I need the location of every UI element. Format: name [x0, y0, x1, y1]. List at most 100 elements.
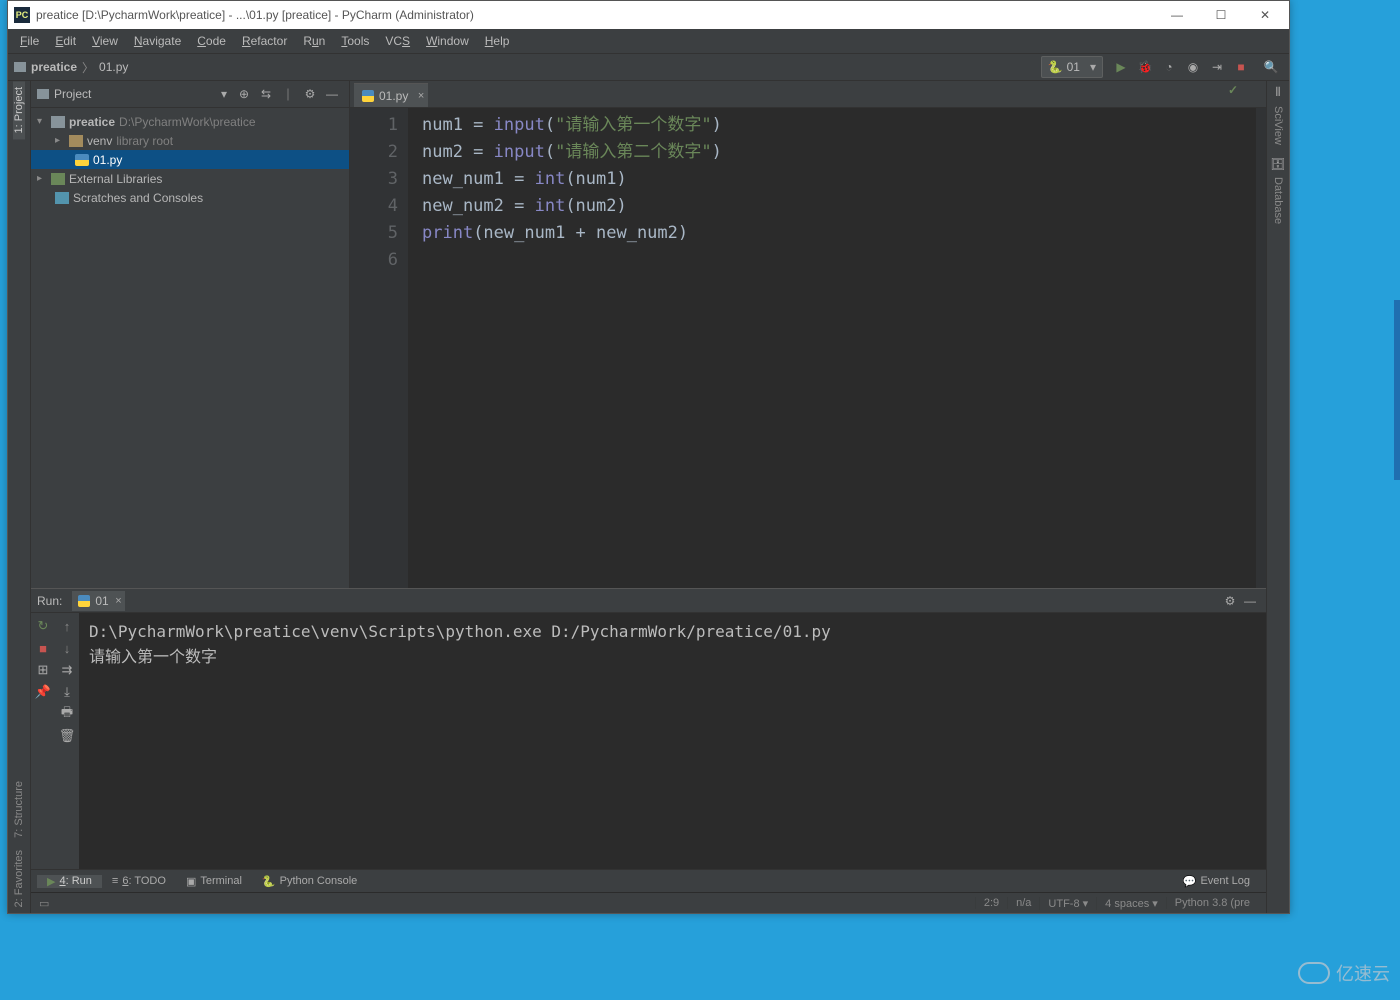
line-number: 1: [350, 112, 398, 139]
chevron-down-icon[interactable]: ▾: [37, 116, 47, 127]
breadcrumb-separator-icon: 〉: [82, 59, 94, 76]
chevron-down-icon[interactable]: ▾: [221, 87, 227, 101]
soft-wrap-button[interactable]: ⇉: [58, 661, 76, 679]
python-icon: 🐍: [262, 875, 276, 888]
stop-run-button[interactable]: ■: [34, 639, 52, 657]
bottom-tab-todo[interactable]: ≡6: TODO: [102, 875, 176, 887]
tree-node-scratches[interactable]: Scratches and Consoles: [31, 188, 349, 207]
breadcrumb[interactable]: preatice 〉 01.py: [14, 59, 128, 76]
project-tree[interactable]: ▾ preatice D:\PycharmWork\preatice ▸ ven…: [31, 108, 349, 211]
editor-tab-active[interactable]: 01.py ×: [354, 83, 428, 107]
status-encoding[interactable]: UTF-8 ▾: [1039, 897, 1096, 910]
stop-button[interactable]: ■: [1231, 57, 1251, 77]
menu-tools[interactable]: Tools: [333, 34, 377, 48]
close-tab-icon[interactable]: ×: [115, 595, 121, 607]
bottom-tab-python-console[interactable]: 🐍Python Console: [252, 875, 367, 888]
line-number: 4: [350, 193, 398, 220]
menu-edit[interactable]: Edit: [47, 34, 84, 48]
toolwindow-tab-favorites[interactable]: 2: Favorites: [13, 844, 25, 913]
coverage-button[interactable]: ◔: [1159, 57, 1179, 77]
editor: 01.py × ✓ 1 2 3 4 5 6: [350, 81, 1266, 588]
minimize-button[interactable]: —: [1155, 1, 1199, 29]
run-tab-active[interactable]: 01 ×: [72, 591, 124, 611]
debug-button[interactable]: 🐞: [1135, 57, 1155, 77]
titlebar[interactable]: PC preatice [D:\PycharmWork\preatice] - …: [8, 1, 1289, 29]
tree-node-file-selected[interactable]: 01.py: [31, 150, 349, 169]
editor-error-stripe[interactable]: [1256, 108, 1266, 588]
attach-button[interactable]: ⇥: [1207, 57, 1227, 77]
menu-view[interactable]: View: [84, 34, 126, 48]
statusbar-icon[interactable]: ▭: [39, 897, 49, 910]
toolwindow-tab-database[interactable]: Database: [1272, 171, 1284, 230]
navigation-bar: preatice 〉 01.py 🐍 01 ▾ ▶ 🐞 ◔ ◉ ⇥ ■ 🔍: [8, 54, 1289, 81]
desktop-side-strip: [1394, 300, 1400, 480]
profile-button[interactable]: ◉: [1183, 57, 1203, 77]
status-indent[interactable]: 4 spaces ▾: [1096, 897, 1166, 910]
tree-root-label: preatice: [69, 115, 115, 129]
menu-window[interactable]: Window: [418, 34, 477, 48]
right-toolwindow-bar: ⦀ SciView 🗄 Database: [1266, 81, 1289, 913]
collapse-all-button[interactable]: ｜: [277, 86, 299, 103]
line-number: 6: [350, 247, 398, 274]
tree-ext-label: External Libraries: [69, 172, 162, 186]
status-caret-pos[interactable]: 2:9: [975, 897, 1007, 909]
run-console[interactable]: D:\PycharmWork\preatice\venv\Scripts\pyt…: [79, 613, 1266, 869]
tree-node-venv[interactable]: ▸ venv library root: [31, 131, 349, 150]
maximize-button[interactable]: ☐: [1199, 1, 1243, 29]
tree-venv-hint: library root: [116, 134, 173, 148]
toolwindow-tab-sciview[interactable]: SciView: [1272, 100, 1284, 151]
rerun-button[interactable]: ↻: [34, 617, 52, 635]
status-interpreter[interactable]: Python 3.8 (pre: [1166, 897, 1258, 909]
chevron-right-icon[interactable]: ▸: [37, 173, 47, 184]
folder-icon: [37, 89, 49, 99]
database-icon[interactable]: 🗄: [1270, 157, 1285, 171]
menu-vcs[interactable]: VCS: [377, 34, 418, 48]
hide-toolwindow-button[interactable]: —: [1240, 594, 1260, 608]
menu-file[interactable]: File: [12, 34, 47, 48]
python-icon: 🐍: [1048, 60, 1063, 74]
print-button[interactable]: 🖶: [58, 705, 76, 723]
clear-button[interactable]: 🗑: [58, 727, 76, 745]
tree-node-external-libraries[interactable]: ▸ External Libraries: [31, 169, 349, 188]
up-stack-button[interactable]: ↑: [58, 617, 76, 635]
menu-code[interactable]: Code: [189, 34, 234, 48]
menu-refactor[interactable]: Refactor: [234, 34, 295, 48]
bottom-tab-terminal[interactable]: ▣Terminal: [176, 875, 252, 888]
desktop-background: [1290, 0, 1400, 1000]
code-area[interactable]: 1 2 3 4 5 6 num1 = input("请输入第一个数字")num2…: [350, 108, 1266, 588]
down-stack-button[interactable]: ↓: [58, 639, 76, 657]
bottom-toolwindow-bar: ▶4: Run ≡6: TODO ▣Terminal 🐍Python Conso…: [31, 869, 1266, 892]
scroll-to-end-button[interactable]: ⤓: [58, 683, 76, 701]
window-title: preatice [D:\PycharmWork\preatice] - ...…: [36, 8, 1155, 22]
editor-gutter[interactable]: 1 2 3 4 5 6: [350, 108, 408, 588]
chevron-right-icon[interactable]: ▸: [55, 135, 65, 146]
status-git[interactable]: n/a: [1007, 897, 1039, 909]
toolwindow-tab-project[interactable]: 1: Project: [13, 81, 25, 139]
bottom-tab-run[interactable]: ▶4: Run: [37, 875, 102, 888]
project-toolwindow-title[interactable]: Project: [54, 87, 221, 101]
expand-all-button[interactable]: ⇆: [255, 87, 277, 101]
run-settings-gear-icon[interactable]: ⚙: [1220, 594, 1240, 608]
bottom-tab-event-log[interactable]: 💬Event Log: [1173, 875, 1260, 888]
run-button[interactable]: ▶: [1111, 57, 1131, 77]
settings-gear-icon[interactable]: ⚙: [299, 87, 321, 101]
hide-toolwindow-button[interactable]: —: [321, 87, 343, 101]
search-everywhere-button[interactable]: 🔍: [1261, 57, 1281, 77]
close-tab-icon[interactable]: ×: [418, 90, 424, 102]
layout-button[interactable]: ⊞: [34, 661, 52, 679]
code-lines[interactable]: num1 = input("请输入第一个数字")num2 = input("请输…: [408, 108, 1256, 588]
tree-venv-label: venv: [87, 134, 112, 148]
toolwindow-tab-structure[interactable]: 7: Structure: [13, 775, 25, 844]
inspection-ok-icon[interactable]: ✓: [1228, 83, 1238, 97]
close-window-button[interactable]: ✕: [1243, 1, 1287, 29]
menu-help[interactable]: Help: [477, 34, 518, 48]
run-header-label: Run:: [37, 594, 62, 608]
tree-node-root[interactable]: ▾ preatice D:\PycharmWork\preatice: [31, 112, 349, 131]
locate-button[interactable]: ⊕: [233, 87, 255, 101]
pin-button[interactable]: 📌: [34, 683, 52, 701]
run-tab-label: 01: [95, 594, 108, 608]
menu-navigate[interactable]: Navigate: [126, 34, 189, 48]
run-config-selector[interactable]: 🐍 01 ▾: [1041, 56, 1103, 78]
toolwindow-icon[interactable]: ⦀: [1275, 85, 1280, 100]
menu-run[interactable]: Run: [295, 34, 333, 48]
